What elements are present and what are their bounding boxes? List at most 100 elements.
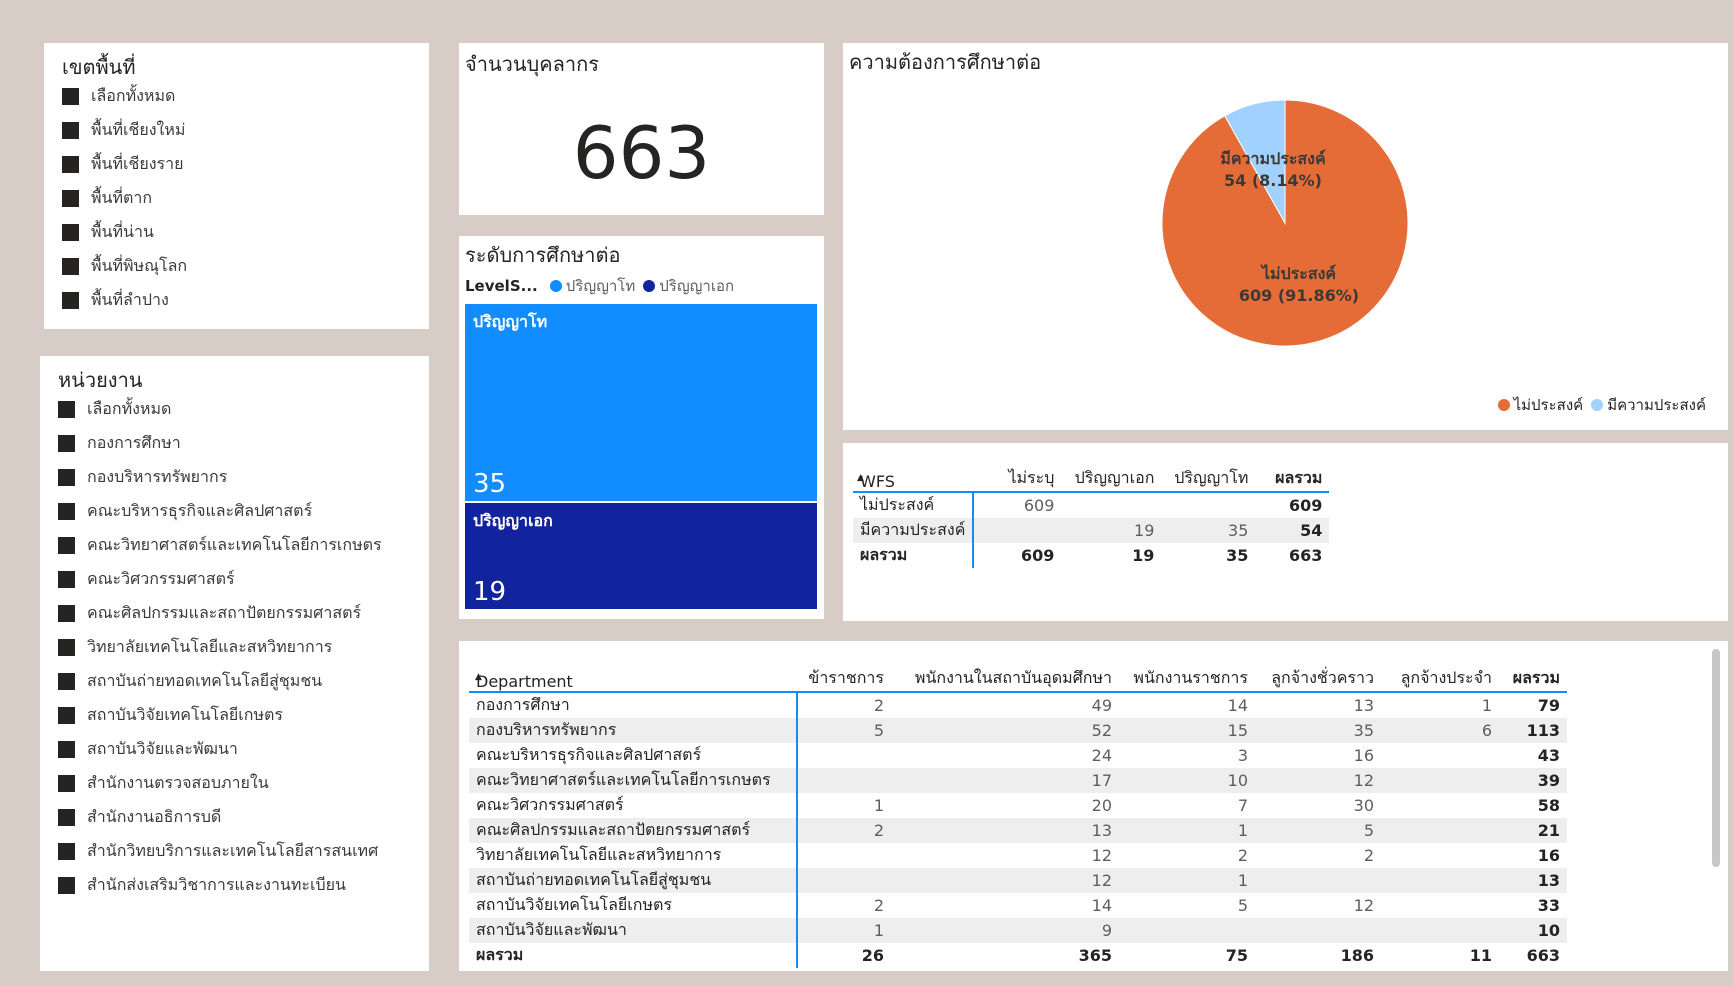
value-cell: 2 <box>1363 846 1374 865</box>
area-slicer-option-label: พื้นที่ตาก <box>91 187 153 207</box>
matrix-header-cell[interactable]: ปริญญาเอก <box>1061 451 1162 493</box>
area-slicer-option-5[interactable]: พื้นที่พิษณุโลก <box>62 249 187 283</box>
dept-slicer-option-3[interactable]: คณะบริหารธุรกิจและศิลปศาสตร์ <box>58 494 382 528</box>
table-row[interactable]: กองบริหารทรัพยากร 5 52 15 35 6 113 <box>469 718 1567 743</box>
matrix-header-cell[interactable]: ลูกจ้างชั่วคราว <box>1255 651 1381 693</box>
value-cell: 19 <box>1132 546 1155 565</box>
table-row[interactable]: คณะบริหารธุรกิจและศิลปศาสตร์ 24 3 16 43 <box>469 743 1567 768</box>
area-slicer-option-2[interactable]: พื้นที่เชียงราย <box>62 147 187 181</box>
checkbox-icon[interactable] <box>62 223 79 241</box>
dept-slicer-option-11[interactable]: สำนักงานตรวจสอบภายใน <box>58 766 382 800</box>
value-cell: 12 <box>1353 896 1374 915</box>
checkbox-icon[interactable] <box>58 808 75 826</box>
treemap-tile-1[interactable]: ปริญญาเอก 19 <box>465 503 817 611</box>
treemap-tile-0[interactable]: ปริญญาโท 35 <box>465 304 817 503</box>
legend-item-intend[interactable]: มีความประสงค์ <box>1591 393 1706 417</box>
area-slicer-option-0[interactable]: เลือกทั้งหมด <box>62 79 187 113</box>
area-slicer-option-label: พื้นที่เชียงราย <box>91 153 184 173</box>
value-cell: 7 <box>1237 796 1248 815</box>
table-row[interactable]: สถาบันถ่ายทอดเทคโนโลยีสู่ชุมชน 12 1 13 <box>469 868 1567 893</box>
value-cell: 1 <box>1119 818 1255 843</box>
table-row[interactable]: วิทยาลัยเทคโนโลยีและสหวิทยาการ 12 2 2 16 <box>469 843 1567 868</box>
value-cell <box>1381 893 1499 918</box>
checkbox-icon[interactable] <box>58 434 75 452</box>
checkbox-icon[interactable] <box>58 876 75 894</box>
checkbox-icon[interactable] <box>58 468 75 486</box>
checkbox-icon[interactable] <box>58 638 75 656</box>
value-cell: 21 <box>1499 818 1567 843</box>
dept-slicer-option-14[interactable]: สำนักส่งเสริมวิชาการและงานทะเบียน <box>58 868 382 902</box>
checkbox-icon[interactable] <box>58 502 75 520</box>
checkbox-icon[interactable] <box>62 189 79 207</box>
dept-matrix-panel: ▲ Department ข้าราชการ พนักงานในสถาบันอุดม… <box>459 641 1728 971</box>
checkbox-icon[interactable] <box>58 740 75 758</box>
legend-item-master[interactable]: ปริญญาโท <box>549 274 635 298</box>
checkbox-icon[interactable] <box>58 536 75 554</box>
value-cell: 609 <box>1288 496 1323 515</box>
dept-slicer-option-8[interactable]: สถาบันถ่ายทอดเทคโนโลยีสู่ชุมชน <box>58 664 382 698</box>
checkbox-icon[interactable] <box>58 400 75 418</box>
checkbox-icon[interactable] <box>62 87 79 105</box>
area-slicer-option-6[interactable]: พื้นที่ลำปาง <box>62 283 187 317</box>
checkbox-icon[interactable] <box>58 842 75 860</box>
dept-slicer-option-13[interactable]: สำนักวิทยบริการและเทคโนโลยีสารสนเทศ <box>58 834 382 868</box>
dept-slicer-option-2[interactable]: กองบริหารทรัพยากร <box>58 460 382 494</box>
table-row[interactable]: กองการศึกษา 2 49 14 13 1 79 <box>469 692 1567 718</box>
value-cell: 1 <box>1481 696 1492 715</box>
pie-data-label: 609 (91.86%) <box>1239 286 1359 305</box>
checkbox-icon[interactable] <box>58 604 75 622</box>
value-cell: 12 <box>1091 846 1112 865</box>
checkbox-icon[interactable] <box>58 672 75 690</box>
table-row[interactable]: คณะวิทยาศาสตร์และเทคโนโลยีการเกษตร 17 10 12… <box>469 768 1567 793</box>
value-cell: 17 <box>891 768 1119 793</box>
dept-slicer-option-6[interactable]: คณะศิลปกรรมและสถาปัตยกรรมศาสตร์ <box>58 596 382 630</box>
matrix-total-row[interactable]: ผลรวม 609 19 35 663 <box>853 543 1329 568</box>
table-row[interactable]: ไม่ประสงค์ 609 609 <box>853 492 1329 518</box>
value-cell: 2 <box>873 696 884 715</box>
table-row[interactable]: สถาบันวิจัยและพัฒนา 1 9 10 <box>469 918 1567 943</box>
matrix-header-cell[interactable]: ลูกจ้างประจำ <box>1381 651 1499 693</box>
value-cell: 2 <box>797 818 891 843</box>
matrix-total-row[interactable]: ผลรวม 26 365 75 186 11 663 <box>469 943 1567 968</box>
matrix-header-cell[interactable]: Department <box>469 651 797 693</box>
value-cell: 5 <box>1255 818 1381 843</box>
matrix-header-cell[interactable]: พนักงานในสถาบันอุดมศึกษา <box>891 651 1119 693</box>
matrix-header-cell[interactable]: ไม่ระบุ <box>973 451 1062 493</box>
treemap-tile-label: ปริญญาโท <box>473 312 548 331</box>
dept-slicer-option-5[interactable]: คณะวิศวกรรมศาสตร์ <box>58 562 382 596</box>
checkbox-icon[interactable] <box>62 155 79 173</box>
matrix-header-cell[interactable]: ผลรวม <box>1255 451 1330 493</box>
dept-slicer-option-0[interactable]: เลือกทั้งหมด <box>58 392 382 426</box>
checkbox-icon[interactable] <box>62 291 79 309</box>
area-slicer-option-3[interactable]: พื้นที่ตาก <box>62 181 187 215</box>
dept-slicer-option-12[interactable]: สำนักงานอธิการบดี <box>58 800 382 834</box>
checkbox-icon[interactable] <box>58 570 75 588</box>
dept-slicer-option-10[interactable]: สถาบันวิจัยและพัฒนา <box>58 732 382 766</box>
value-cell: 609 <box>1023 496 1055 515</box>
area-slicer-option-1[interactable]: พื้นที่เชียงใหม่ <box>62 113 187 147</box>
area-slicer-option-4[interactable]: พื้นที่น่าน <box>62 215 187 249</box>
dept-slicer-option-7[interactable]: วิทยาลัยเทคโนโลยีและสหวิทยาการ <box>58 630 382 664</box>
matrix-header-cell[interactable]: ข้าราชการ <box>797 651 891 693</box>
table-row[interactable]: มีความประสงค์ 19 35 54 <box>853 518 1330 543</box>
table-row[interactable]: คณะวิศวกรรมศาสตร์ 1 20 7 30 58 <box>469 793 1567 818</box>
table-row[interactable]: สถาบันวิจัยเทคโนโลยีเกษตร 2 14 5 12 33 <box>469 893 1567 918</box>
area-slicer-option-label: พื้นที่น่าน <box>91 221 154 241</box>
checkbox-icon[interactable] <box>58 706 75 724</box>
legend-item-doctor[interactable]: ปริญญาเอก <box>643 274 734 298</box>
matrix-header-cell[interactable]: ผลรวม <box>1499 651 1567 693</box>
checkbox-icon[interactable] <box>62 257 79 275</box>
table-row[interactable]: คณะศิลปกรรมและสถาปัตยกรรมศาสตร์ 2 13 1 5 21 <box>469 818 1567 843</box>
legend-item-not-intend[interactable]: ไม่ประสงค์ <box>1497 393 1583 417</box>
checkbox-icon[interactable] <box>58 774 75 792</box>
dept-slicer-option-1[interactable]: กองการศึกษา <box>58 426 382 460</box>
dept-matrix-scrollbar[interactable] <box>1712 649 1720 867</box>
dept-slicer-option-4[interactable]: คณะวิทยาศาสตร์และเทคโนโลยีการเกษตร <box>58 528 382 562</box>
legend-dot-doctor <box>643 280 656 292</box>
row-header-cell: คณะบริหารธุรกิจและศิลปศาสตร์ <box>469 743 798 768</box>
dept-slicer-option-9[interactable]: สถาบันวิจัยเทคโนโลยีเกษตร <box>58 698 382 732</box>
matrix-header-cell[interactable]: ปริญญาโท <box>1161 451 1256 493</box>
matrix-header-cell[interactable]: WFS <box>853 451 974 493</box>
checkbox-icon[interactable] <box>62 121 79 139</box>
matrix-header-cell[interactable]: พนักงานราชการ <box>1119 651 1255 693</box>
